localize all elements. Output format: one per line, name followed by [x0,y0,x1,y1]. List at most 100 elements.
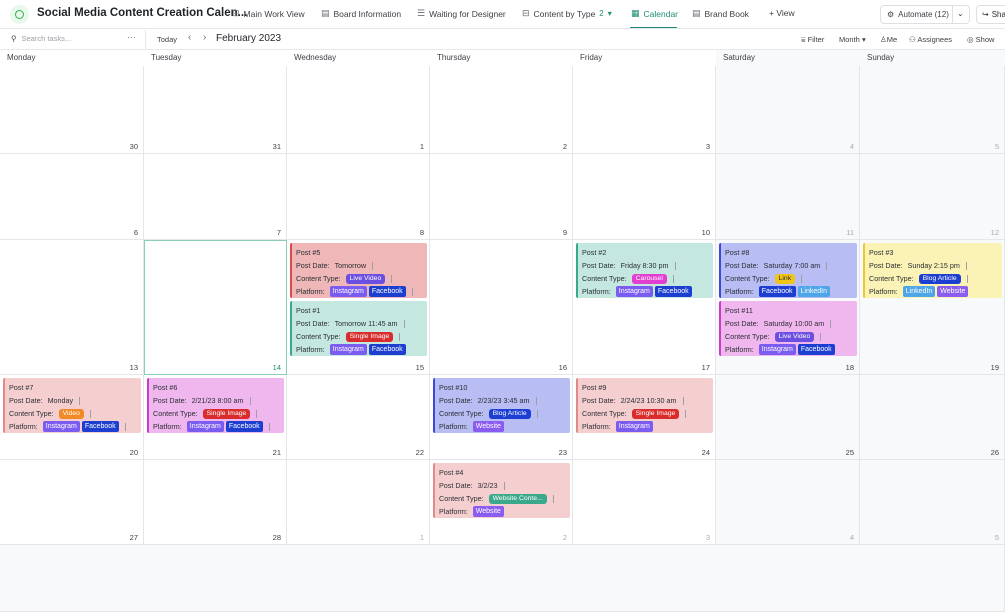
content-type-chip[interactable]: Website Conte... [488,493,547,504]
post-card-p10[interactable]: Post #10 Post Date: 2/23/23 3:45 am Content… [433,378,570,433]
platform-chip[interactable]: Instagram [329,344,367,355]
post-card-p3[interactable]: Post #3 Post Date: Sunday 2:15 pm Content T… [863,243,1002,298]
platform-chip[interactable]: Instagram [758,344,796,355]
list-icon: ☰ [417,8,426,18]
calendar-day-cell[interactable]: 2 [430,66,573,154]
calendar-day-cell[interactable]: 3 [573,460,716,545]
post-card-p5[interactable]: Post #5 Post Date: Tomorrow Content Type: Li… [290,243,427,298]
platform-chip[interactable]: Facebook [368,286,406,297]
platform-chip[interactable]: Facebook [797,344,835,355]
platform-chip[interactable]: Facebook [81,421,119,432]
calendar-day-cell[interactable]: 8 [287,154,430,240]
platform-chip[interactable]: Instagram [42,421,80,432]
post-card-p7[interactable]: Post #7 Post Date: Monday Content Type: Vide… [3,378,141,433]
calendar-day-cell[interactable]: 5 [860,460,1005,545]
calendar-day-cell[interactable]: 25 [716,375,860,460]
calendar-day-cell[interactable]: 26 [860,375,1005,460]
calendar-day-cell[interactable]: 12 [860,154,1005,240]
calendar-day-cell[interactable]: 14 [144,240,287,375]
post-card-p2[interactable]: Post #2 Post Date: Friday 8:30 pm Content T… [576,243,713,298]
share-button[interactable]: ↪ Share [976,5,1005,24]
search-input[interactable]: ⚲ Search tasks... [11,34,71,43]
calendar-day-cell[interactable]: 4 [716,460,860,545]
platform-chip[interactable]: LinkedIn [797,286,830,297]
platform-chip[interactable]: Instagram [615,421,653,432]
platform-chip[interactable]: LinkedIn [902,286,936,297]
assignees-button[interactable]: ⚇ Assignees [909,35,952,44]
platform-chip[interactable]: Facebook [654,286,692,297]
content-type-chip[interactable]: Blog Article [488,408,531,419]
tab-2[interactable]: ☰ Waiting for Designer [417,8,506,19]
post-card-p8[interactable]: Post #8 Post Date: Saturday 7:00 am Content… [719,243,857,298]
caret-down-icon[interactable]: ▾ [608,9,612,18]
day-number: 3 [705,533,710,542]
content-type-chip[interactable]: Live Video [774,331,815,342]
view-mode-dropdown[interactable]: Month ▾ [839,35,866,44]
tab-1[interactable]: ▤ Board Information [321,8,401,19]
content-type-chip[interactable]: Blog Article [918,273,961,284]
platform-chip[interactable]: Website [472,421,504,432]
today-button[interactable]: Today [157,35,177,44]
chevron-down-icon[interactable]: ⌄ [957,9,964,18]
post-card-p11[interactable]: Post #11 Post Date: Saturday 10:00 am Conte… [719,301,857,356]
post-card-p4[interactable]: Post #4 Post Date: 3/2/23 Content Type: Webs… [433,463,570,518]
tab-5[interactable]: ▤ Brand Book [692,8,749,19]
post-date-label: Post Date: [153,396,187,405]
calendar-day-cell[interactable]: 6 [0,154,144,240]
content-type-chip[interactable]: Single Image [345,331,394,342]
chevron-right-icon[interactable]: › [203,32,206,43]
tab-6[interactable]: + View [769,8,795,18]
calendar-day-cell[interactable]: 22 [287,375,430,460]
calendar-day-cell[interactable]: 4 [716,66,860,154]
field-separator [801,274,803,283]
calendar-day-cell[interactable]: 3 [573,66,716,154]
post-card-p1[interactable]: Post #1 Post Date: Tomorrow 11:45 am Conten… [290,301,427,356]
platform-chip[interactable]: Instagram [329,286,367,297]
post-title: Post #2 [582,248,607,257]
calendar-day-cell[interactable]: 28 [144,460,287,545]
calendar-day-cell[interactable]: 13 [0,240,144,375]
me-filter-button[interactable]: ♙Me [880,35,897,44]
filter-button[interactable]: ⩸ Filter [801,35,824,45]
calendar-day-cell[interactable]: 31 [144,66,287,154]
calendar-day-cell[interactable]: 10 [573,154,716,240]
platform-chip[interactable]: Website [472,506,504,517]
automate-icon: ⚙ [887,10,895,19]
calendar-day-cell[interactable]: 5 [860,66,1005,154]
platform-chip[interactable]: Instagram [186,421,224,432]
calendar-day-cell[interactable]: 1 [287,66,430,154]
automate-button[interactable]: ⚙ Automate (12) ⌄ [880,5,970,24]
calendar-day-cell[interactable]: 7 [144,154,287,240]
post-date-value: Friday 8:30 pm [620,261,669,270]
post-card-p9[interactable]: Post #9 Post Date: 2/24/23 10:30 am Content… [576,378,713,433]
active-tab-indicator [630,27,677,28]
tab-4[interactable]: ▦ Calendar [631,8,678,19]
page-title[interactable]: Social Media Content Creation Calen... [37,7,247,19]
content-type-chip[interactable]: Carousel [631,273,667,284]
more-options-icon[interactable]: ··· [127,32,136,42]
calendar-day-cell[interactable]: 27 [0,460,144,545]
content-type-chip[interactable]: Single Image [202,408,251,419]
platform-chip[interactable]: Website [937,286,969,297]
platform-chip[interactable]: Facebook [368,344,406,355]
calendar-day-cell[interactable]: 16 [430,240,573,375]
content-type-chip[interactable]: Video [58,408,84,419]
show-button[interactable]: ◎ Show [967,35,994,44]
tab-3[interactable]: ⊟ Content by Type 2 ▾ [522,8,612,19]
calendar-day-cell[interactable]: 30 [0,66,144,154]
workspace-logo-icon[interactable] [10,5,29,24]
content-type-chip[interactable]: Single Image [631,408,680,419]
content-type-chip[interactable]: Live Video [345,273,386,284]
calendar-day-cell[interactable]: 11 [716,154,860,240]
platform-label: Platform: [869,287,898,296]
platform-chip[interactable]: Instagram [615,286,653,297]
content-type-chip[interactable]: Link [774,273,796,284]
content-type-label: Content Type: [153,409,198,418]
calendar-day-cell[interactable]: 9 [430,154,573,240]
platform-chip[interactable]: Facebook [758,286,796,297]
tab-0[interactable]: ⊟ Main Work View [232,8,305,19]
chevron-left-icon[interactable]: ‹ [188,32,191,43]
platform-chip[interactable]: Facebook [225,421,263,432]
calendar-day-cell[interactable]: 1 [287,460,430,545]
post-card-p6[interactable]: Post #6 Post Date: 2/21/23 8:00 am Content … [147,378,284,433]
